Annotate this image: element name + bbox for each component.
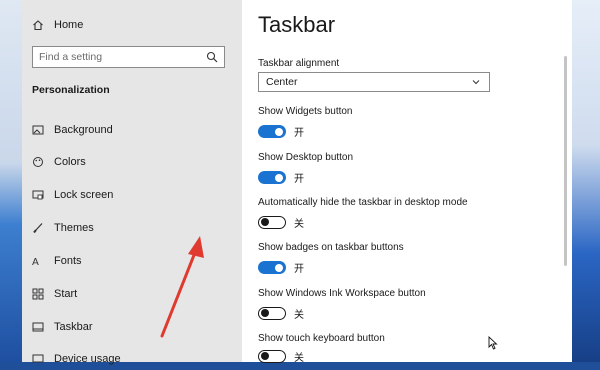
toggle-state: 开 bbox=[294, 264, 304, 275]
palette-icon bbox=[32, 156, 44, 168]
main-content: Taskbar Taskbar alignment Center Show Wi… bbox=[242, 0, 572, 364]
alignment-value: Center bbox=[266, 76, 298, 88]
badges-toggle-row: 开 bbox=[258, 260, 304, 275]
setting-label-touch-keyboard: Show touch keyboard button bbox=[258, 333, 385, 344]
svg-text:A: A bbox=[32, 257, 39, 267]
desktop-wallpaper-left bbox=[0, 0, 22, 362]
search-placeholder: Find a setting bbox=[39, 51, 103, 63]
sidebar-item-background[interactable]: Background bbox=[32, 119, 222, 141]
sidebar-item-home[interactable]: Home bbox=[32, 14, 83, 36]
taskbar-alignment-select[interactable]: Center bbox=[258, 72, 490, 92]
setting-label-autohide: Automatically hide the taskbar in deskto… bbox=[258, 197, 468, 208]
sidebar-item-label: Lock screen bbox=[54, 189, 114, 201]
image-icon bbox=[32, 124, 44, 136]
sidebar-item-label: Themes bbox=[54, 222, 94, 234]
brush-icon bbox=[32, 222, 44, 234]
toggle-state: 开 bbox=[294, 128, 304, 139]
ink-toggle[interactable] bbox=[258, 307, 286, 320]
touch-keyboard-toggle[interactable] bbox=[258, 350, 286, 363]
sidebar-item-label: Home bbox=[54, 19, 84, 31]
ink-toggle-row: 关 bbox=[258, 306, 304, 321]
scrollbar[interactable] bbox=[564, 56, 567, 266]
device-icon bbox=[32, 353, 44, 365]
sidebar-item-label: Background bbox=[54, 124, 113, 136]
desktop-toggle-row: 开 bbox=[258, 170, 304, 185]
autohide-toggle-row: 关 bbox=[258, 215, 304, 230]
sidebar-item-lock-screen[interactable]: Lock screen bbox=[32, 184, 222, 206]
sidebar-item-label: Taskbar bbox=[54, 321, 93, 333]
setting-label-desktop: Show Desktop button bbox=[258, 152, 354, 163]
sidebar-item-device-usage[interactable]: Device usage bbox=[32, 348, 222, 370]
grid-icon bbox=[32, 288, 44, 300]
sidebar-item-colors[interactable]: Colors bbox=[32, 151, 222, 173]
page-title: Taskbar bbox=[258, 12, 336, 37]
fonts-icon: A bbox=[32, 255, 44, 267]
annotation-arrow bbox=[160, 236, 204, 338]
desktop-wallpaper-right bbox=[572, 0, 600, 362]
widgets-toggle-row: 开 bbox=[258, 124, 304, 139]
taskbar-icon bbox=[32, 321, 44, 333]
search-input[interactable]: Find a setting bbox=[32, 46, 225, 68]
search-icon[interactable] bbox=[206, 51, 218, 63]
alignment-label: Taskbar alignment bbox=[258, 58, 340, 69]
sidebar-item-label: Start bbox=[54, 288, 78, 300]
widgets-toggle[interactable] bbox=[258, 125, 286, 138]
mouse-cursor-icon bbox=[488, 336, 498, 350]
desktop-toggle[interactable] bbox=[258, 171, 286, 184]
sidebar-item-label: Fonts bbox=[54, 255, 82, 267]
sidebar: Home Find a setting Personalization Back… bbox=[22, 0, 242, 365]
monitor-lock-icon bbox=[32, 189, 44, 201]
toggle-state: 关 bbox=[294, 310, 304, 321]
sidebar-item-label: Device usage bbox=[54, 353, 121, 365]
settings-window: Home Find a setting Personalization Back… bbox=[22, 0, 572, 365]
autohide-toggle[interactable] bbox=[258, 216, 286, 229]
setting-label-badges: Show badges on taskbar buttons bbox=[258, 242, 404, 253]
setting-label-ink: Show Windows Ink Workspace button bbox=[258, 288, 426, 299]
badges-toggle[interactable] bbox=[258, 261, 286, 274]
sidebar-item-label: Colors bbox=[54, 156, 86, 168]
toggle-state: 开 bbox=[294, 174, 304, 185]
home-icon bbox=[32, 19, 44, 31]
toggle-state: 关 bbox=[294, 219, 304, 230]
section-title: Personalization bbox=[32, 84, 110, 96]
setting-label-widgets: Show Widgets button bbox=[258, 106, 353, 117]
chevron-down-icon bbox=[470, 76, 482, 88]
